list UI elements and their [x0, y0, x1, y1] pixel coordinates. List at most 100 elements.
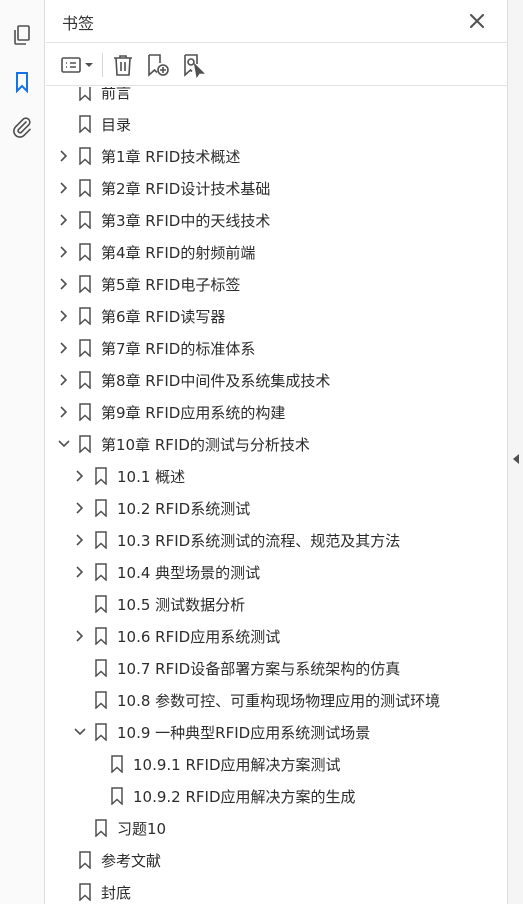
- bookmark-ribbon-icon: [95, 563, 107, 581]
- bookmark-label: 第5章 RFID电子标签: [101, 276, 241, 294]
- bookmark-ribbon-icon: [95, 499, 107, 517]
- bookmark-label: 10.3 RFID系统测试的流程、规范及其方法: [117, 532, 401, 550]
- bookmark-label: 第2章 RFID设计技术基础: [101, 180, 271, 198]
- bookmark-ribbon-icon: [95, 659, 107, 677]
- chevron-right-icon[interactable]: [72, 628, 88, 644]
- chevron-down-icon[interactable]: [72, 724, 88, 740]
- chevron-right-icon[interactable]: [56, 180, 72, 196]
- panel-header: 书签: [46, 0, 507, 42]
- chevron-right-icon[interactable]: [72, 564, 88, 580]
- chevron-right-icon[interactable]: [56, 212, 72, 228]
- chevron-right-icon[interactable]: [56, 244, 72, 260]
- bookmark-item[interactable]: 第4章 RFID的射频前端: [46, 236, 482, 268]
- bookmark-item[interactable]: 第5章 RFID电子标签: [46, 268, 482, 300]
- bookmark-item[interactable]: 10.8 参数可控、可重构现场物理应用的测试环境: [46, 684, 482, 716]
- bookmark-ribbon-icon: [79, 87, 91, 101]
- bookmark-item[interactable]: 目录: [46, 108, 482, 140]
- bookmark-label: 10.7 RFID设备部署方案与系统架构的仿真: [117, 660, 401, 678]
- bookmark-label: 第10章 RFID的测试与分析技术: [101, 436, 310, 454]
- bookmark-item[interactable]: 第10章 RFID的测试与分析技术: [46, 428, 482, 460]
- bookmark-item[interactable]: 10.5 测试数据分析: [46, 588, 482, 620]
- bookmark-ribbon-icon: [95, 595, 107, 613]
- bookmark-item[interactable]: 第8章 RFID中间件及系统集成技术: [46, 364, 482, 396]
- bookmark-label: 10.6 RFID应用系统测试: [117, 628, 281, 646]
- bookmarks-toolbar: [46, 42, 507, 86]
- chevron-right-icon[interactable]: [56, 340, 72, 356]
- bookmark-item[interactable]: 第9章 RFID应用系统的构建: [46, 396, 482, 428]
- bookmark-ribbon-icon: [79, 179, 91, 197]
- chevron-down-icon[interactable]: [56, 436, 72, 452]
- bookmark-item[interactable]: 第7章 RFID的标准体系: [46, 332, 482, 364]
- chevron-right-icon[interactable]: [56, 148, 72, 164]
- bookmark-item[interactable]: 第1章 RFID技术概述: [46, 140, 482, 172]
- bookmark-label: 第8章 RFID中间件及系统集成技术: [101, 372, 331, 390]
- bookmark-ribbon-icon: [79, 115, 91, 133]
- new-bookmark-button[interactable]: [144, 51, 172, 79]
- bookmark-item[interactable]: 10.4 典型场景的测试: [46, 556, 482, 588]
- bookmark-ribbon-icon: [95, 467, 107, 485]
- paperclip-icon[interactable]: [9, 114, 35, 140]
- bookmark-item[interactable]: 第2章 RFID设计技术基础: [46, 172, 482, 204]
- bookmark-label: 10.5 测试数据分析: [117, 596, 246, 614]
- bookmark-label: 10.2 RFID系统测试: [117, 500, 251, 518]
- bookmark-label: 习题10: [117, 820, 167, 838]
- bookmarks-panel: 书签 前言 目录 第1章 RFID技术概述 第2章 RFID设计技术基础 第3章…: [46, 0, 507, 904]
- chevron-right-icon[interactable]: [56, 404, 72, 420]
- bookmark-ribbon-icon: [79, 211, 91, 229]
- toolbar-separator: [102, 53, 103, 77]
- chevron-right-icon[interactable]: [56, 372, 72, 388]
- bookmark-item[interactable]: 10.2 RFID系统测试: [46, 492, 482, 524]
- bookmark-tree-content: 前言目录第1章 RFID技术概述第2章 RFID设计技术基础第3章 RFID中的…: [46, 87, 482, 904]
- bookmark-item[interactable]: 第3章 RFID中的天线技术: [46, 204, 482, 236]
- bookmark-ribbon-icon: [95, 531, 107, 549]
- add-bookmark-icon: [148, 54, 169, 77]
- bookmark-ribbon-icon: [95, 723, 107, 741]
- bookmark-ribbon-icon: [95, 691, 107, 709]
- bookmark-ribbon-icon: [111, 787, 123, 805]
- bookmark-ribbon-icon: [79, 371, 91, 389]
- trash-icon: [114, 55, 132, 76]
- bookmark-item[interactable]: 10.3 RFID系统测试的流程、规范及其方法: [46, 524, 482, 556]
- bookmark-item[interactable]: 10.9.1 RFID应用解决方案测试: [46, 748, 482, 780]
- bookmark-icon[interactable]: [9, 69, 35, 95]
- chevron-right-icon[interactable]: [72, 500, 88, 516]
- bookmark-label: 10.9.2 RFID应用解决方案的生成: [133, 788, 356, 806]
- bookmark-item[interactable]: 10.9.2 RFID应用解决方案的生成: [46, 780, 482, 812]
- close-icon: [470, 14, 484, 28]
- bookmark-item[interactable]: 10.1 概述: [46, 460, 482, 492]
- bookmark-item[interactable]: 10.9 一种典型RFID应用系统测试场景: [46, 716, 482, 748]
- collapse-panel-arrow-icon[interactable]: [511, 452, 521, 466]
- bookmark-item[interactable]: 习题10: [46, 812, 482, 844]
- bookmark-options-button[interactable]: [58, 51, 98, 79]
- bookmark-label: 10.1 概述: [117, 468, 186, 486]
- bookmark-item[interactable]: 封底: [46, 876, 482, 904]
- bookmark-label: 10.9 一种典型RFID应用系统测试场景: [117, 724, 371, 742]
- bookmark-ribbon-icon: [79, 339, 91, 357]
- bookmark-ribbon-icon: [79, 275, 91, 293]
- chevron-right-icon[interactable]: [56, 308, 72, 324]
- bookmark-item[interactable]: 10.7 RFID设备部署方案与系统架构的仿真: [46, 652, 482, 684]
- bookmark-label: 第1章 RFID技术概述: [101, 148, 241, 166]
- bookmark-item[interactable]: 10.6 RFID应用系统测试: [46, 620, 482, 652]
- bookmark-ribbon-icon: [79, 883, 91, 901]
- bookmark-label: 第4章 RFID的射频前端: [101, 244, 256, 262]
- bookmark-ribbon-icon: [79, 403, 91, 421]
- close-panel-button[interactable]: [466, 10, 488, 32]
- bookmark-ribbon-icon: [95, 819, 107, 837]
- bookmark-label: 第7章 RFID的标准体系: [101, 340, 256, 358]
- bookmark-selection-icon: [184, 54, 205, 78]
- delete-bookmark-button[interactable]: [110, 51, 136, 79]
- bookmark-item[interactable]: 参考文献: [46, 844, 482, 876]
- bookmark-ribbon-icon: [79, 851, 91, 869]
- bookmark-from-selection-button[interactable]: [180, 51, 208, 79]
- chevron-right-icon[interactable]: [72, 468, 88, 484]
- bookmark-ribbon-icon: [79, 147, 91, 165]
- chevron-right-icon[interactable]: [72, 532, 88, 548]
- bookmark-label: 目录: [101, 116, 132, 134]
- left-navigation-rail: [0, 0, 45, 904]
- bookmark-label: 10.8 参数可控、可重构现场物理应用的测试环境: [117, 692, 441, 710]
- bookmark-item[interactable]: 第6章 RFID读写器: [46, 300, 482, 332]
- bookmark-item[interactable]: 前言: [46, 87, 482, 108]
- pages-icon[interactable]: [9, 22, 35, 48]
- chevron-right-icon[interactable]: [56, 276, 72, 292]
